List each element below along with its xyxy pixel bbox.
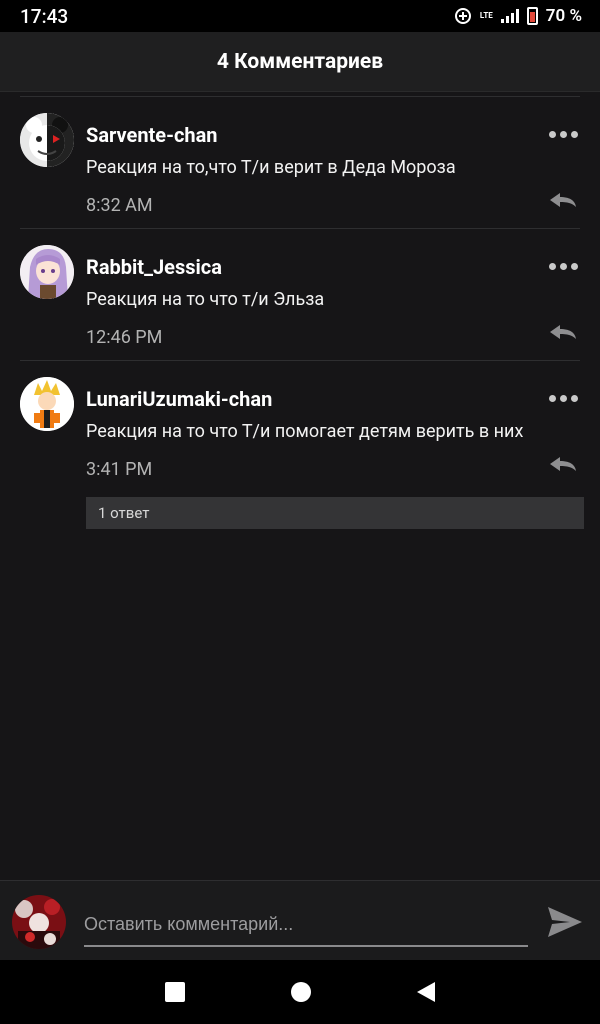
comment-text: Реакция на то что т/и Эльза	[86, 289, 325, 310]
home-icon[interactable]	[291, 982, 311, 1002]
recent-apps-icon[interactable]	[165, 982, 185, 1002]
network-type: LTE	[479, 11, 493, 20]
naruto-avatar[interactable]	[20, 377, 74, 431]
battery-icon	[526, 7, 538, 25]
comment-time: 12:46 PM	[86, 327, 163, 348]
battery-percent: 70 %	[545, 6, 582, 26]
reply-icon[interactable]	[548, 455, 578, 473]
more-options-icon[interactable]	[549, 263, 578, 270]
status-time: 17:43	[20, 4, 69, 28]
comments-header: 4 Комментариев	[0, 32, 600, 92]
more-options-icon[interactable]	[549, 395, 578, 402]
monokuma-avatar[interactable]	[20, 113, 74, 167]
back-icon[interactable]	[417, 982, 435, 1002]
comment-item: LunariUzumaki-chan Реакция на то что Т/и…	[20, 361, 584, 531]
send-icon[interactable]	[546, 903, 584, 941]
anime-girl-avatar[interactable]	[20, 245, 74, 299]
comment-author[interactable]: LunariUzumaki-chan	[86, 387, 272, 411]
comment-list: Sarvente-chan Реакция на то,что Т/и вери…	[0, 96, 600, 531]
comment-item: Rabbit_Jessica Реакция на то что т/и Эль…	[20, 229, 580, 361]
data-saver-icon	[454, 8, 471, 24]
system-nav-bar	[0, 960, 600, 1024]
comment-item: Sarvente-chan Реакция на то,что Т/и вери…	[20, 97, 580, 229]
reply-icon[interactable]	[548, 191, 578, 209]
comment-text: Реакция на то что Т/и помогает детям вер…	[86, 421, 524, 442]
user-avatar[interactable]	[12, 895, 66, 949]
reply-icon[interactable]	[548, 323, 578, 341]
comment-text: Реакция на то,что Т/и верит в Деда Мороз…	[86, 157, 456, 178]
view-replies-button[interactable]: 1 ответ	[86, 497, 584, 529]
page-title: 4 Комментариев	[216, 49, 384, 74]
comment-time: 8:32 AM	[86, 195, 153, 216]
comment-time: 3:41 PM	[86, 459, 153, 480]
status-icons: LTE 70 %	[454, 6, 582, 26]
comment-input[interactable]	[84, 903, 528, 947]
signal-icon	[500, 9, 519, 23]
more-options-icon[interactable]	[549, 131, 578, 138]
comment-input-bar	[0, 880, 600, 960]
status-bar: 17:43 LTE 70 %	[0, 0, 600, 32]
comment-author[interactable]: Sarvente-chan	[86, 123, 218, 147]
comment-author[interactable]: Rabbit_Jessica	[86, 255, 222, 279]
